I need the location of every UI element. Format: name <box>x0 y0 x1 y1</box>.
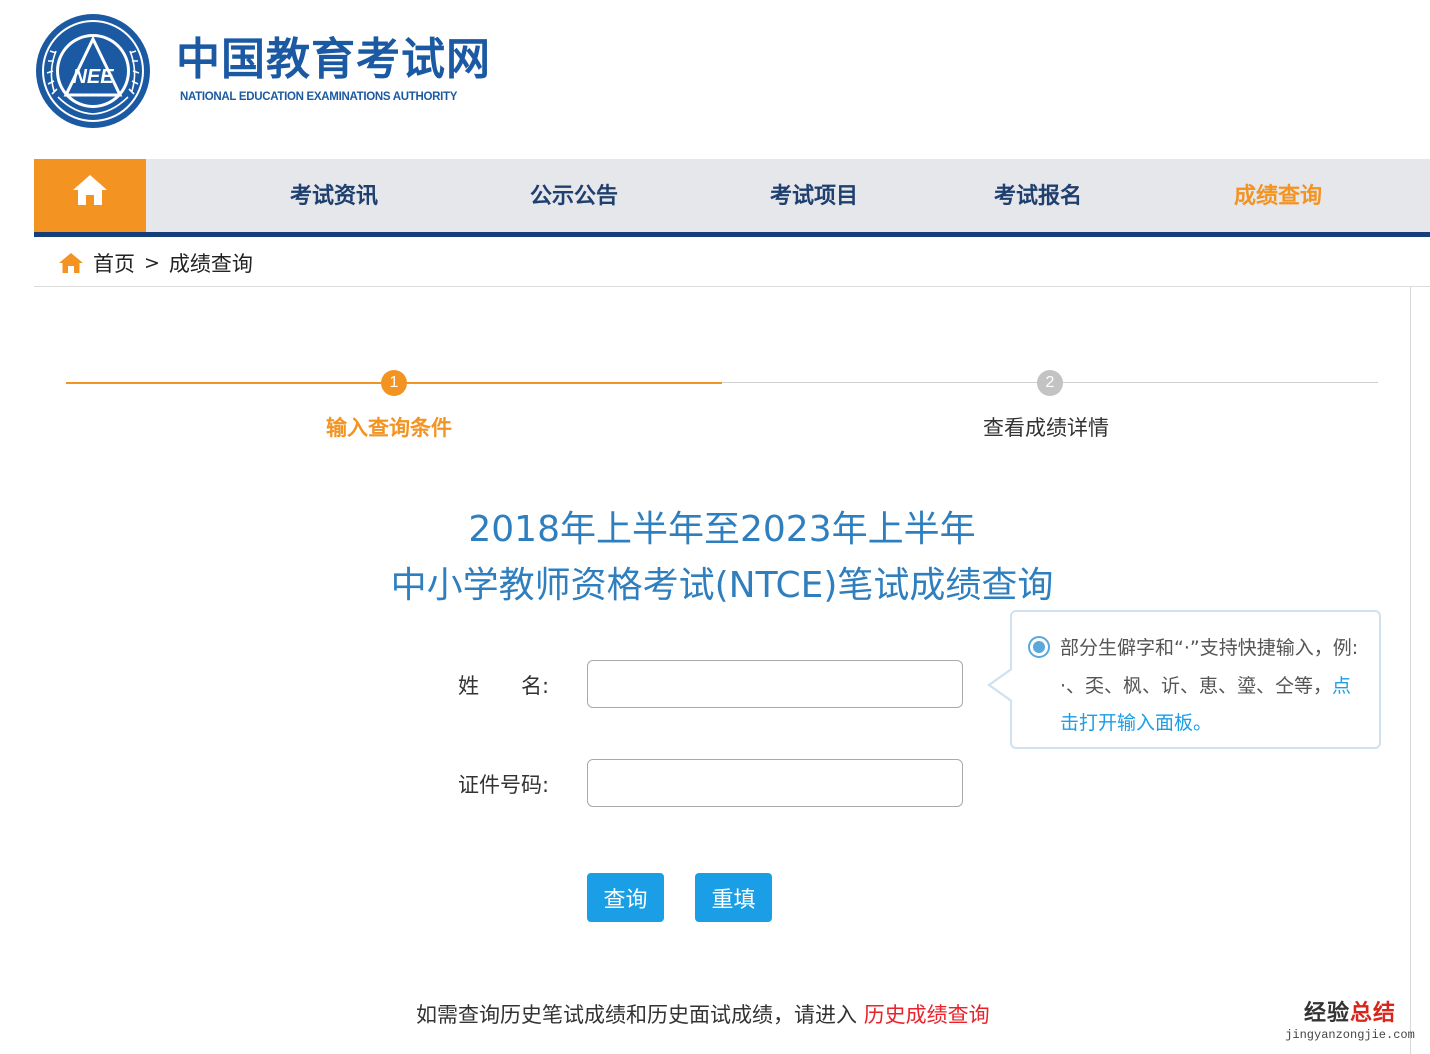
nav-item-score-query[interactable]: 成绩查询 <box>1234 180 1322 214</box>
step-1-label: 输入查询条件 <box>326 416 452 440</box>
step-2-label: 查看成绩详情 <box>983 416 1109 440</box>
tooltip-message: 部分生僻字和“·”支持快捷输入，例: ·、奀、枫、䜣、恵、瑬、仝等， <box>1060 637 1359 697</box>
name-input[interactable] <box>587 660 963 708</box>
breadcrumb-divider <box>34 286 1430 287</box>
page-title-line-1: 2018年上半年至2023年上半年 <box>468 509 976 550</box>
nav-item-exam-news[interactable]: 考试资讯 <box>290 180 378 214</box>
watermark-cn-part1: 经验 <box>1303 1001 1350 1026</box>
nea-emblem-logo: NEE <box>36 14 150 128</box>
reset-button[interactable]: 重填 <box>695 873 772 922</box>
page-title-line-2: 中小学教师资格考试(NTCE)笔试成绩查询 <box>390 565 1054 606</box>
nav-home-button[interactable] <box>34 159 146 234</box>
history-score-query-link[interactable]: 历史成绩查询 <box>864 1003 990 1027</box>
step-2-indicator: 2 <box>1037 370 1063 396</box>
site-title-cn: 中国教育考试网 <box>176 34 491 85</box>
breadcrumb-current: 成绩查询 <box>168 252 253 276</box>
site-title-en: NATIONAL EDUCATION EXAMINATIONS AUTHORIT… <box>180 91 458 103</box>
tooltip-radio-icon <box>1028 636 1050 658</box>
nav-item-registration[interactable]: 考试报名 <box>994 180 1082 214</box>
nav-item-exam-programs[interactable]: 考试项目 <box>770 180 858 214</box>
watermark-url: jingyanzongjie.com <box>1285 1028 1415 1042</box>
tooltip-text: 部分生僻字和“·”支持快捷输入，例: ·、奀、枫、䜣、恵、瑬、仝等，点击打开输入… <box>1060 630 1360 743</box>
content-right-border <box>1410 287 1411 1054</box>
breadcrumb-separator: > <box>144 252 160 274</box>
name-label: 姓 名: <box>458 674 550 698</box>
history-query-note: 如需查询历史笔试成绩和历史面试成绩，请进入 历史成绩查询 <box>416 998 990 1032</box>
breadcrumb-home-icon <box>59 253 83 273</box>
query-button[interactable]: 查询 <box>587 873 664 922</box>
tooltip-arrow-fill <box>991 670 1012 700</box>
watermark-cn-part2: 总结 <box>1350 1001 1397 1026</box>
svg-text:NEE: NEE <box>72 66 114 88</box>
breadcrumb-home-link[interactable]: 首页 <box>93 248 135 278</box>
id-number-label: 证件号码: <box>458 773 550 797</box>
step-1-indicator: 1 <box>381 370 407 396</box>
nav-item-announcements[interactable]: 公示公告 <box>530 180 618 214</box>
watermark: 经验总结 jingyanzongjie.com <box>1280 1000 1420 1042</box>
home-icon <box>73 175 107 205</box>
id-number-input[interactable] <box>587 759 963 807</box>
history-query-text: 如需查询历史笔试成绩和历史面试成绩，请进入 <box>416 1003 864 1027</box>
nav-underline <box>34 232 1430 237</box>
watermark-cn: 经验总结 <box>1280 1000 1420 1028</box>
main-nav-bar <box>34 159 1430 234</box>
breadcrumb: 首页 > 成绩查询 <box>58 246 253 280</box>
